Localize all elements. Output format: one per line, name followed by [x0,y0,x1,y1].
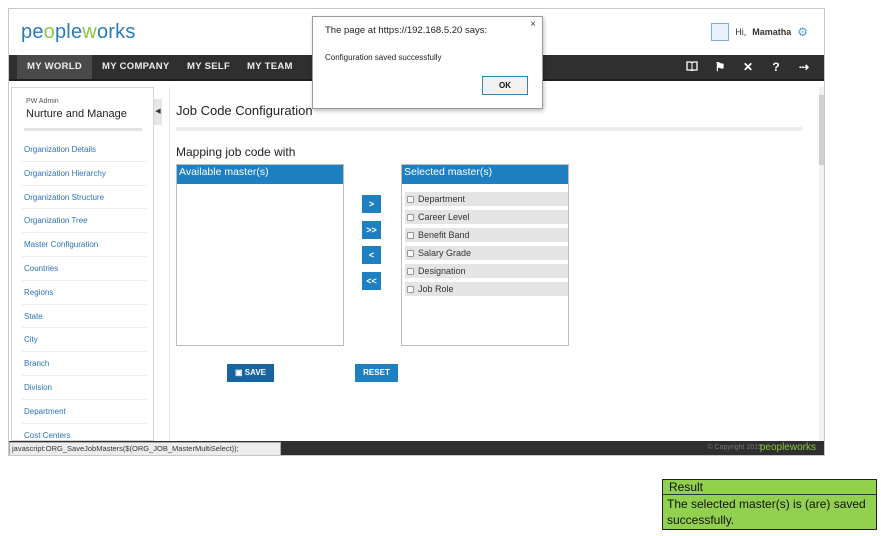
sidebar-item-organization-hierarchy[interactable]: Organization Hierarchy [22,162,147,186]
sidebar-item-department[interactable]: Department [22,400,147,424]
sidebar-collapse-toggle[interactable]: ◀ [154,99,162,125]
checkbox[interactable] [407,195,414,203]
footer: © Copyright 2015 peopleworks javascript:… [9,441,824,455]
sidebar-item-organization-tree[interactable]: Organization Tree [22,209,147,234]
flag-icon[interactable]: ⚑ [706,55,734,79]
available-masters-list[interactable]: Available master(s) [176,164,344,346]
sidebar-item-cost-centers[interactable]: Cost Centers [22,424,147,440]
scrollbar-thumb[interactable] [819,95,824,165]
vertical-scrollbar[interactable] [819,87,824,441]
list-item[interactable]: Designation [405,264,568,278]
help-icon[interactable]: ? [762,55,790,79]
selected-masters-header: Selected master(s) [402,165,568,184]
result-header: Result [663,480,876,495]
alert-dialog: The page at https://192.168.5.20 says: ×… [312,16,543,109]
user-name: Mamatha [752,27,792,37]
sidebar-item-city[interactable]: City [22,328,147,353]
logout-icon[interactable]: ⇢ [790,55,818,79]
nav-my-self[interactable]: MY SELF [177,55,240,79]
book-icon[interactable] [678,55,706,79]
list-item[interactable]: Career Level [405,210,568,224]
selected-masters-list: Selected master(s) Department Career Lev… [401,164,569,346]
sidebar-item-division[interactable]: Division [22,376,147,400]
peopleworks-logo[interactable]: peopleworks [21,21,136,44]
move-all-left-button[interactable]: << [362,272,381,290]
list-item-label: Career Level [418,212,470,222]
sidebar-item-branch[interactable]: Branch [22,352,147,376]
sidebar-item-regions[interactable]: Regions [22,281,147,305]
dialog-message: Configuration saved successfully [325,53,442,62]
footer-logo-text: peopleworks [759,442,816,453]
list-item-label: Department [418,194,466,204]
nav-icons: ⚑ ✕ ? ⇢ [678,55,818,79]
list-item[interactable]: Benefit Band [405,228,568,242]
result-text: The selected master(s) is (are) saved su… [667,497,866,527]
sidebar: PW Admin Nurture and Manage Organization… [11,87,154,441]
sidebar-item-organization-details[interactable]: Organization Details [22,138,147,162]
nav-my-company[interactable]: MY COMPANY [92,55,180,79]
tools-icon[interactable]: ✕ [734,55,762,79]
dialog-title: The page at https://192.168.5.20 says: [325,25,488,36]
move-selected-right-button[interactable]: > [362,195,381,213]
footer-copyright: © Copyright 2015 [707,444,762,451]
sidebar-item-countries[interactable]: Countries [22,257,147,281]
logo-part: o [43,21,55,43]
list-item-label: Designation [418,266,466,276]
page-title: Job Code Configuration [176,103,313,118]
logo-part: rks [108,21,136,43]
logo-part: w [82,21,97,43]
sidebar-divider [24,128,142,131]
sidebar-item-organization-structure[interactable]: Organization Structure [22,186,147,210]
move-all-right-button[interactable]: >> [362,221,381,239]
list-item[interactable]: Department [405,192,568,206]
sidebar-item-master-configuration[interactable]: Master Configuration [22,233,147,257]
checkbox[interactable] [407,249,414,257]
nav-my-world[interactable]: MY WORLD [17,55,92,79]
status-bar-url: javascript:ORG_SaveJobMasters($(ORG_JOB_… [9,442,281,455]
list-item[interactable]: Job Role [405,282,568,296]
logo-part: pe [21,21,44,43]
avatar[interactable] [711,23,730,41]
sidebar-subtitle: PW Admin [26,98,59,105]
selected-masters-items: Department Career Level Benefit Band Sal… [405,192,568,300]
sidebar-title: Nurture and Manage [26,108,127,120]
reset-button[interactable]: RESET [355,364,398,382]
ok-button[interactable]: OK [482,76,528,95]
logo-part: o [96,21,109,43]
greeting: Hi, [735,27,747,37]
footer-logo: peopleworks [760,442,816,453]
save-label: SAVE [244,368,266,377]
logo-part: ple [54,21,83,43]
main-content: Job Code Configuration Mapping job code … [169,87,824,441]
title-divider [176,127,802,131]
close-icon[interactable]: × [530,19,536,30]
list-item[interactable]: Salary Grade [405,246,568,260]
checkbox[interactable] [407,285,414,293]
user-menu[interactable]: Hi, Mamatha ⚙ [711,23,808,41]
save-icon: ▣ [235,368,243,377]
app-window: peopleworks Hi, Mamatha ⚙ MY WORLD MY CO… [8,8,825,456]
save-button[interactable]: ▣ SAVE [227,364,274,382]
move-selected-left-button[interactable]: < [362,246,381,264]
sidebar-menu: Organization Details Organization Hierar… [22,138,147,440]
result-box: Result The selected master(s) is (are) s… [662,479,877,530]
available-masters-header: Available master(s) [177,165,343,184]
gear-icon[interactable]: ⚙ [797,25,808,39]
list-item-label: Job Role [418,284,454,294]
nav-my-team[interactable]: MY TEAM [237,55,303,79]
checkbox[interactable] [407,213,414,221]
sidebar-item-state[interactable]: State [22,305,147,329]
list-item-label: Benefit Band [418,230,470,240]
checkbox[interactable] [407,231,414,239]
list-item-label: Salary Grade [418,248,472,258]
checkbox[interactable] [407,267,414,275]
mapping-label: Mapping job code with [176,145,296,159]
